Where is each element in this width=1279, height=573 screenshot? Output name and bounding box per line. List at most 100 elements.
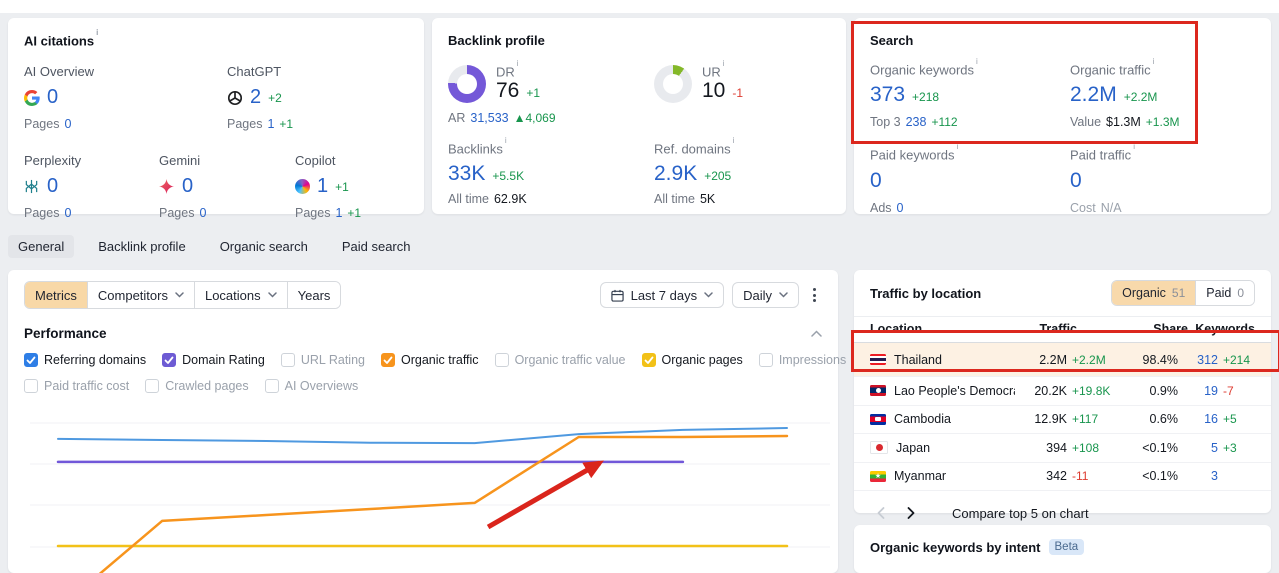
performance-line-chart[interactable]	[8, 400, 838, 573]
metric-toggle-organic-pages[interactable]: Organic pages	[641, 353, 743, 367]
tab-general[interactable]: General	[8, 234, 75, 258]
metrics-button[interactable]: Metrics	[25, 282, 87, 308]
pages-value[interactable]: 0	[64, 117, 71, 131]
copilot-value[interactable]: 1	[317, 175, 328, 198]
ar-value[interactable]: 31,533	[470, 111, 508, 125]
chart-line-organic-traffic	[98, 434, 789, 573]
keywords-value[interactable]: 3	[1188, 469, 1218, 483]
pages-value[interactable]: 1	[267, 117, 274, 131]
backlinks-value[interactable]: 33K	[448, 162, 485, 186]
keywords-value[interactable]: 5	[1188, 441, 1218, 455]
checkbox-checked-icon[interactable]	[162, 353, 177, 367]
metric-label: Paid traffic cost	[44, 379, 130, 393]
metric-toggle-url-rating[interactable]: URL Rating	[280, 353, 365, 367]
location-name: Cambodia	[894, 412, 951, 427]
pages-value[interactable]: 0	[199, 206, 206, 220]
years-button[interactable]: Years	[286, 282, 341, 308]
flag-jp-icon	[870, 441, 888, 455]
chevron-down-icon	[267, 292, 277, 298]
value-label: Value	[1070, 115, 1102, 130]
checkbox-unchecked-icon[interactable]	[494, 353, 509, 367]
search-card: Search Organic keywordsi 373 +218 Top 3 23…	[854, 18, 1271, 215]
location-rows: Thailand 2.2M +2.2M 98.4% 312 +214 Lao People'…	[854, 343, 1271, 491]
metric-label: Impressions	[778, 353, 847, 367]
info-icon[interactable]: i	[733, 136, 735, 145]
competitors-dropdown[interactable]: Competitors	[86, 282, 194, 308]
chatgpt-delta: +2	[268, 90, 282, 105]
metric-toggle-paid-traffic-cost[interactable]: Paid traffic cost	[24, 379, 129, 393]
checkbox-unchecked-icon[interactable]	[24, 379, 38, 393]
granularity-dropdown[interactable]: Daily	[732, 282, 799, 308]
tab-organic-search[interactable]: Organic search	[210, 235, 318, 258]
metric-label: Organic pages	[661, 353, 743, 367]
checkbox-unchecked-icon[interactable]	[758, 353, 773, 367]
info-icon[interactable]: i	[1133, 142, 1135, 151]
paid-keywords-value[interactable]: 0	[870, 169, 882, 193]
top3-value[interactable]: 238	[906, 115, 927, 129]
pages-value[interactable]: 0	[64, 206, 71, 220]
info-icon[interactable]: i	[96, 28, 98, 37]
backlink-profile-card: Backlink profile DRi 76 +1 AR 31,533 ▲4,069…	[432, 18, 846, 214]
checkbox-checked-icon[interactable]	[380, 353, 395, 367]
keywords-value[interactable]: 16	[1188, 412, 1218, 426]
checkbox-checked-icon[interactable]	[24, 353, 38, 367]
location-row-kh[interactable]: Cambodia 12.9K +117 0.6% 16 +5	[854, 406, 1271, 434]
metric-toggle-referring-domains[interactable]: Referring domains	[24, 353, 146, 367]
ref-domains-value[interactable]: 2.9K	[654, 162, 697, 186]
info-icon[interactable]: i	[1153, 57, 1155, 66]
compare-top5-label[interactable]: Compare top 5 on chart	[952, 506, 1089, 521]
chatgpt-value[interactable]: 2	[250, 86, 261, 109]
locations-dropdown[interactable]: Locations	[193, 282, 287, 308]
paid-traffic-value[interactable]: 0	[1070, 169, 1082, 193]
info-icon[interactable]: i	[723, 59, 725, 68]
metric-toggle-crawled-pages[interactable]: Crawled pages	[145, 379, 249, 393]
keywords-value[interactable]: 19	[1188, 384, 1218, 398]
next-page-button[interactable]	[900, 502, 922, 524]
metric-label: Organic traffic value	[514, 353, 626, 367]
ai-overview-value[interactable]: 0	[47, 86, 58, 109]
location-row-jp[interactable]: Japan 394 +108 <0.1% 5 +3	[854, 434, 1271, 463]
location-row-la[interactable]: Lao People's Democratic Reput 20.2K +19.8K…	[854, 377, 1271, 406]
paid-toggle[interactable]: Paid 0	[1195, 281, 1254, 305]
keywords-value[interactable]: 312	[1188, 353, 1218, 367]
metric-toggle-ai-overviews[interactable]: AI Overviews	[264, 379, 358, 393]
ads-value[interactable]: 0	[897, 201, 904, 215]
organic-toggle[interactable]: Organic 51	[1112, 281, 1196, 305]
value-delta: +1.3M	[1145, 115, 1180, 130]
date-range-dropdown[interactable]: Last 7 days	[599, 282, 725, 308]
metric-label: Domain Rating	[182, 353, 265, 367]
tab-backlink-profile[interactable]: Backlink profile	[88, 235, 195, 258]
metric-toggle-organic-traffic[interactable]: Organic traffic	[380, 353, 479, 367]
collapse-chevron-up-icon[interactable]	[811, 330, 822, 337]
location-row-mm[interactable]: Myanmar 342 -11 <0.1% 3	[854, 463, 1271, 491]
top3-label: Top 3	[870, 115, 901, 130]
checkbox-unchecked-icon[interactable]	[145, 379, 160, 393]
metric-toggle-organic-traffic-value[interactable]: Organic traffic value	[494, 353, 626, 367]
prev-page-button[interactable]	[870, 502, 892, 524]
copilot-delta: +1	[335, 179, 349, 194]
info-icon[interactable]: i	[976, 57, 978, 66]
gemini-metric: Gemini 0 Pages 0	[159, 153, 295, 220]
more-options-icon[interactable]	[807, 284, 822, 306]
info-icon[interactable]: i	[517, 59, 519, 68]
keywords-by-intent-card: Organic keywords by intent Beta	[854, 525, 1271, 573]
perplexity-value[interactable]: 0	[47, 175, 58, 198]
info-icon[interactable]: i	[505, 136, 507, 145]
organic-traffic-value[interactable]: 2.2M	[1070, 83, 1117, 107]
tab-paid-search[interactable]: Paid search	[332, 235, 421, 258]
backlinks-label: Backlinksi	[448, 136, 507, 157]
metric-toggle-domain-rating[interactable]: Domain Rating	[162, 353, 265, 367]
url-rating-block: URi 10 -1	[654, 59, 743, 125]
pages-label: Pages	[24, 206, 60, 221]
location-row-th[interactable]: Thailand 2.2M +2.2M 98.4% 312 +214	[854, 343, 1271, 377]
organic-keywords-value[interactable]: 373	[870, 83, 905, 107]
checkbox-unchecked-icon[interactable]	[264, 379, 279, 393]
checkbox-unchecked-icon[interactable]	[280, 353, 295, 367]
keywords-delta: +3	[1223, 440, 1237, 455]
gemini-value[interactable]: 0	[182, 175, 193, 198]
share-value: <0.1%	[1142, 440, 1178, 455]
info-icon[interactable]: i	[957, 142, 959, 151]
metric-toggle-impressions[interactable]: Impressions	[758, 353, 847, 367]
pages-value[interactable]: 1	[335, 206, 342, 220]
checkbox-checked-icon[interactable]	[641, 353, 656, 367]
